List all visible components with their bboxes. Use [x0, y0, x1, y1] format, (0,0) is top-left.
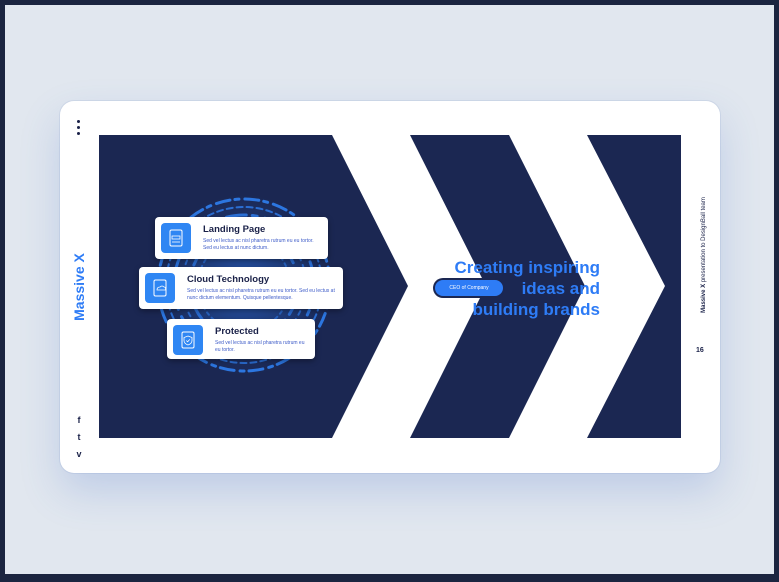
menu-dots-icon[interactable]: [77, 120, 81, 138]
feature-card-landing-page[interactable]: Landing Page Sed vel lectus ac nisl phar…: [155, 217, 328, 259]
feature-card-protected[interactable]: Protected Sed vel lectus ac nisl pharetr…: [167, 319, 315, 359]
shield-document-icon: [173, 325, 203, 355]
caption-rest: presentation to DesignBall team: [701, 197, 707, 284]
caption-brand: Massive X: [701, 283, 707, 313]
feature-card-cloud-technology[interactable]: Cloud Technology Sed vel lectus ac nisl …: [139, 267, 343, 309]
ceo-badge: CEO of Company: [435, 280, 503, 296]
feature-text: Sed vel lectus ac nisl pharetra rutrum e…: [203, 238, 314, 251]
feature-title: Protected: [215, 326, 259, 337]
web-page-icon: [161, 223, 191, 253]
facebook-icon[interactable]: f: [72, 415, 86, 425]
feature-title: Landing Page: [203, 224, 266, 235]
vimeo-icon[interactable]: v: [72, 449, 86, 459]
feature-title: Cloud Technology: [187, 274, 270, 285]
feature-text: Sed vel lectus ac nisl pharetra rutrum e…: [187, 288, 335, 301]
twitter-icon[interactable]: t: [72, 432, 86, 442]
cloud-document-icon: [145, 273, 175, 303]
brand-logo: Massive X: [71, 253, 87, 321]
presentation-caption: Massive X presentation to DesignBall tea…: [701, 197, 707, 313]
feature-text: Sed vel lectus ac nisl pharetra rutrum e…: [215, 340, 305, 353]
page-number: 16: [696, 347, 704, 354]
headline-line-1: Creating inspiring: [454, 258, 600, 277]
headline-line-3: building brands: [472, 300, 601, 319]
